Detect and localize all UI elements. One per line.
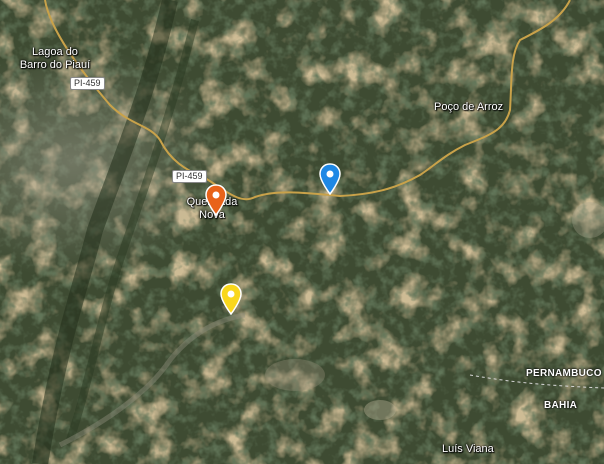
map-pin-icon: [220, 283, 242, 315]
map-marker-yellow[interactable]: [220, 283, 242, 315]
satellite-map[interactable]: Lagoa do Barro do Piauí PI-459 PI-459 Po…: [0, 0, 604, 464]
state-label-bahia: BAHIA: [544, 400, 578, 411]
state-label-pernambuco: PERNAMBUCO: [526, 368, 602, 379]
place-poco-de-arroz: Poço de Arroz: [434, 101, 504, 113]
map-marker-blue[interactable]: [319, 163, 341, 195]
map-pin-icon: [205, 184, 227, 216]
place-lagoa-do-barro-do-piaui: Lagoa do Barro do Piauí: [16, 46, 94, 72]
road-shield-pi-459: PI-459: [172, 170, 207, 183]
place-luis-viana: Luís Viana: [442, 443, 494, 455]
map-pin-icon: [319, 163, 341, 195]
place-label-line: Lagoa do: [32, 46, 78, 58]
map-marker-orange[interactable]: [205, 184, 227, 216]
road-shield-pi-459: PI-459: [70, 77, 105, 90]
place-label-line: Barro do Piauí: [19, 59, 91, 71]
